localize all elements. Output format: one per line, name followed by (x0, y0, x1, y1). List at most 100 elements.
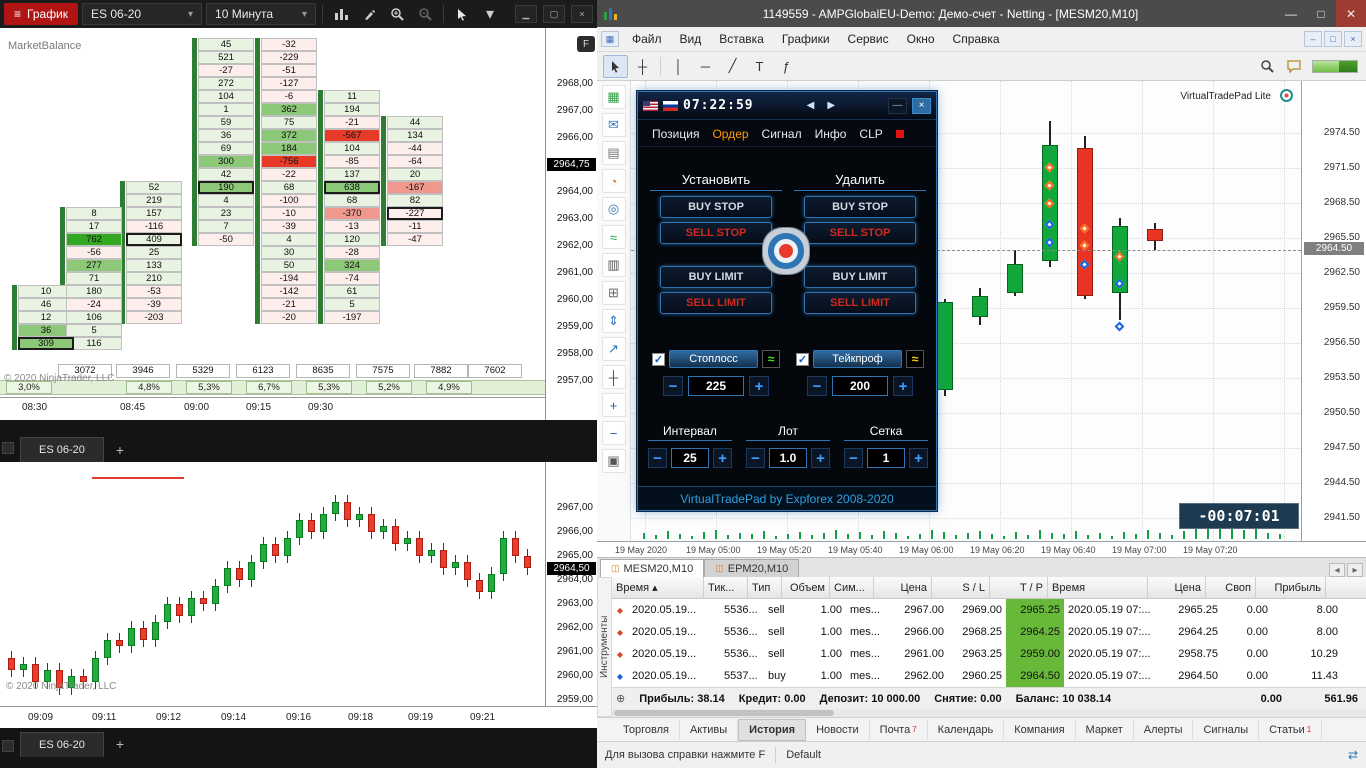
stoploss-value[interactable]: 225 (688, 376, 744, 396)
charts-grid-icon[interactable]: ▦ (601, 85, 626, 109)
draw-pencil-icon[interactable] (357, 3, 381, 25)
lot-plus-button[interactable]: + (810, 448, 831, 468)
mail-icon[interactable]: ✉ (601, 113, 626, 137)
add-tab-button[interactable]: + (106, 732, 134, 756)
bottom-tab-Календарь[interactable]: Календарь (928, 719, 1005, 740)
bottom-tab-Торговля[interactable]: Торговля (613, 719, 680, 740)
prev-arrow-icon[interactable]: ◀ (803, 98, 819, 113)
column-header[interactable]: S / L (932, 577, 990, 598)
news-icon[interactable]: ▤ (601, 141, 626, 165)
column-header[interactable]: Сим... (830, 577, 874, 598)
tab-strip-icon[interactable] (2, 740, 14, 752)
column-header[interactable]: Цена (1148, 577, 1206, 598)
chart-style-icon[interactable] (329, 3, 353, 25)
window-minimize-icon[interactable]: — (1276, 0, 1306, 27)
vtp-minimize-button[interactable]: — (888, 97, 907, 114)
column-header[interactable]: Тик... (704, 577, 748, 598)
set-sell-stop-button[interactable]: SELL STOP (660, 222, 772, 244)
interval-plus-button[interactable]: + (712, 448, 733, 468)
window-maximize-icon[interactable]: □ (1306, 0, 1336, 27)
vtp-tab-CLP[interactable]: CLP (859, 127, 882, 141)
bottom-tab-Сигналы[interactable]: Сигналы (1193, 719, 1260, 740)
column-header[interactable]: Своп (1206, 577, 1256, 598)
nt-lower-price-axis[interactable]: 2964,50 2967,00 2966,00 2965,00 2964,00 2963… (545, 462, 597, 706)
window-close-icon[interactable]: × (571, 5, 593, 23)
set-buy-limit-button[interactable]: BUY LIMIT (660, 266, 772, 288)
stoploss-plus-button[interactable]: + (749, 376, 769, 396)
layout-icon[interactable]: ▣ (601, 449, 626, 473)
history-row[interactable]: ◆ 2020.05.19... 5536... sell 1.00 mes... 2961.… (612, 643, 1366, 665)
mt-time-axis[interactable]: 19 May 2020 19 May 05:00 19 May 05:20 19 Ma… (597, 541, 1366, 557)
horizontal-line-icon[interactable]: ─ (693, 55, 718, 78)
crosshair-icon[interactable]: ┼ (630, 55, 655, 78)
delete-buy-limit-button[interactable]: BUY LIMIT (804, 266, 916, 288)
history-row[interactable]: ◆ 2020.05.19... 5536... sell 1.00 mes... 2967.… (612, 599, 1366, 621)
objects-list-icon[interactable]: ▥ (601, 253, 626, 277)
toolbox-side-tab[interactable]: Инструменты (597, 577, 612, 717)
tab-es-06-20[interactable]: ES 06-20 (20, 732, 104, 757)
indicator-wave-icon[interactable]: ≈ (601, 225, 626, 249)
column-header[interactable]: Время (1048, 577, 1148, 598)
vtp-footer[interactable]: VirtualTradePad by Expforex 2008-2020 (638, 486, 936, 510)
next-arrow-icon[interactable]: ▶ (823, 98, 839, 113)
takeprofit-plus-button[interactable]: + (893, 376, 913, 396)
trendline-icon[interactable]: ╱ (720, 55, 745, 78)
delete-sell-stop-button[interactable]: SELL STOP (804, 222, 916, 244)
text-tool-icon[interactable]: T (747, 55, 772, 78)
search-icon[interactable] (1254, 55, 1279, 78)
tab-es-06-20[interactable]: ES 06-20 (20, 437, 104, 462)
instrument-select[interactable]: ES 06-20 ▾ (82, 3, 203, 25)
child-minimize-icon[interactable]: – (1304, 31, 1322, 47)
nt-upper-price-axis[interactable]: 2964,75 2968,00 2967,00 2966,00 2964,00 2963… (545, 28, 597, 420)
chart-menu-button[interactable]: ≡ График (4, 3, 79, 25)
tab-strip-icon[interactable] (2, 442, 14, 454)
vertical-scale-icon[interactable]: ⇕ (601, 309, 626, 333)
stoploss-minus-button[interactable]: − (663, 376, 683, 396)
clock-icon[interactable]: ◔ (601, 169, 626, 193)
child-close-icon[interactable]: × (1344, 31, 1362, 47)
expand-icon[interactable]: ↗ (601, 337, 626, 361)
column-header[interactable]: Прибыль (1256, 577, 1326, 598)
chart-tab[interactable]: ◫ MESM20,M10 (600, 559, 705, 577)
zoom-in-icon[interactable]: + (601, 393, 626, 417)
bottom-tab-Новости[interactable]: Новости (806, 719, 870, 740)
vtp-tab-Позиция[interactable]: Позиция (652, 127, 699, 141)
panel-badge[interactable]: F (577, 36, 595, 52)
add-tab-button[interactable]: + (106, 438, 134, 462)
grid-minus-button[interactable]: − (844, 448, 864, 468)
bottom-tab-История[interactable]: История (738, 718, 807, 741)
menu-item[interactable]: Сервис (839, 29, 898, 49)
bottom-tab-Активы[interactable]: Активы (680, 719, 739, 740)
lot-minus-button[interactable]: − (746, 448, 766, 468)
chat-icon[interactable] (1281, 55, 1306, 78)
vertical-line-icon[interactable]: │ (666, 55, 691, 78)
grid-icon[interactable]: ⊞ (601, 281, 626, 305)
chart-window-icon[interactable]: ▦ (601, 31, 619, 47)
column-header[interactable]: Объем (782, 577, 830, 598)
grid-plus-button[interactable]: + (908, 448, 929, 468)
delete-sell-limit-button[interactable]: SELL LIMIT (804, 292, 916, 314)
menu-item[interactable]: Вид (671, 29, 711, 49)
menu-item[interactable]: Справка (944, 29, 1009, 49)
takeprofit-checkbox[interactable]: ✓ (796, 352, 809, 366)
grid-value[interactable]: 1 (867, 448, 905, 468)
takeprofit-wave-icon[interactable]: ≈ (906, 350, 924, 368)
menu-item[interactable]: Файл (623, 29, 671, 49)
chart-tab[interactable]: ◫ EPM20,M10 (704, 559, 800, 577)
expand-plus-icon[interactable]: ⊕ (616, 692, 625, 705)
column-header[interactable]: Цена (874, 577, 932, 598)
mt-price-scale[interactable]: 2964.50 2974.50 2971.50 2968.50 2965.50 2962… (1302, 81, 1366, 541)
column-header[interactable]: T / P (990, 577, 1048, 598)
bottom-tab-Алерты[interactable]: Алерты (1134, 719, 1194, 740)
window-minimize-icon[interactable]: ▁ (515, 5, 537, 23)
fibonacci-icon[interactable]: ƒ (774, 55, 799, 78)
bottom-tab-Почта[interactable]: Почта 7 (870, 719, 928, 740)
tab-scroll-right-icon[interactable]: ▸ (1347, 563, 1363, 577)
crosshair-icon[interactable]: ┼ (601, 365, 626, 389)
lot-value[interactable]: 1.0 (769, 448, 807, 468)
vtp-tab-Инфо[interactable]: Инфо (815, 127, 847, 141)
status-profile[interactable]: Default (786, 749, 821, 761)
takeprofit-minus-button[interactable]: − (807, 376, 827, 396)
stoploss-checkbox[interactable]: ✓ (652, 352, 665, 366)
history-row[interactable]: ◆ 2020.05.19... 5536... sell 1.00 mes... 2966.… (612, 621, 1366, 643)
